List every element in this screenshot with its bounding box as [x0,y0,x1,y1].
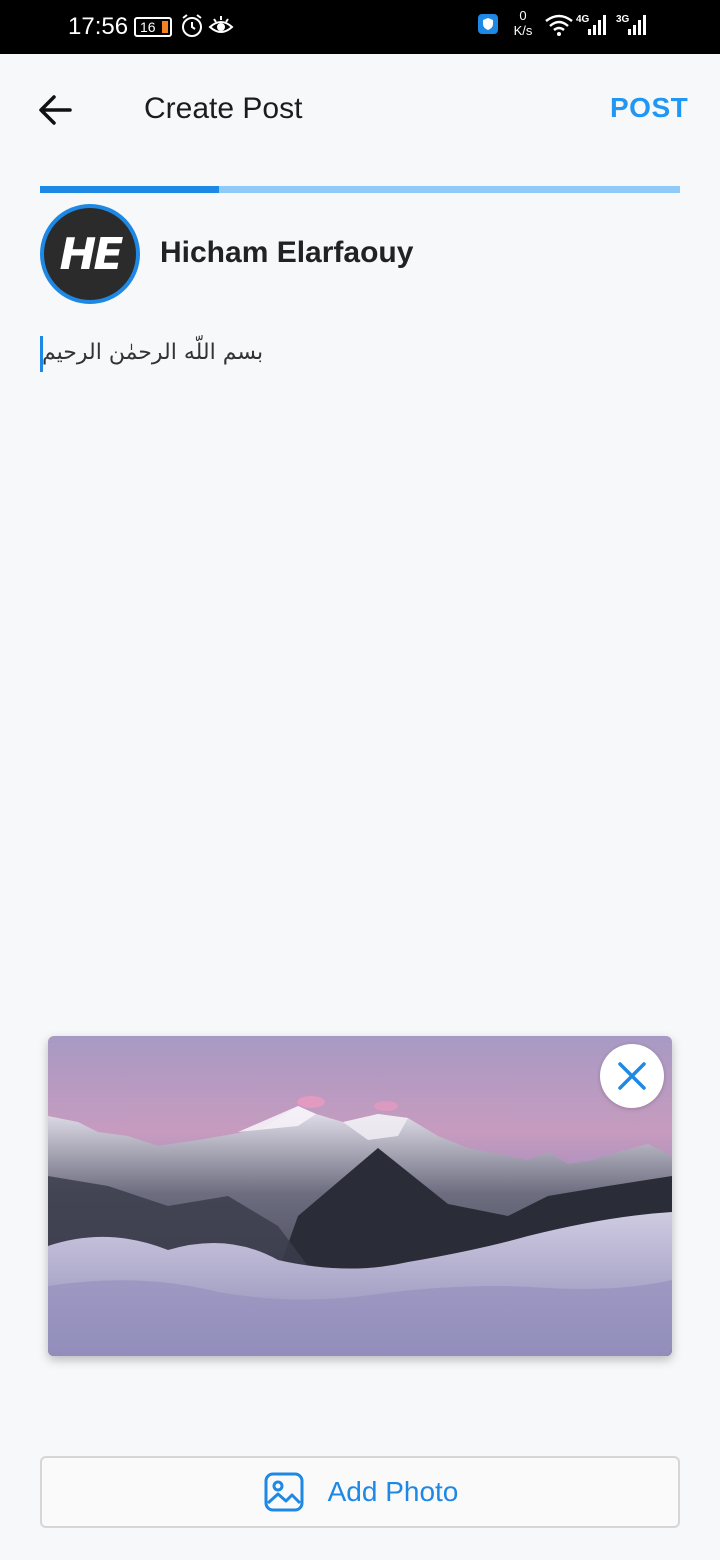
status-bar: 17:56 16 0 K/s 4G 3G [0,0,720,54]
status-time: 17:56 [68,13,129,40]
vpn-shield-icon [478,14,498,34]
back-button[interactable] [34,88,78,132]
image-icon [264,1472,304,1512]
post-text-content: بسم اللّه الرحمٰن الرحيم [42,340,264,365]
battery-indicator: 16 [134,17,172,37]
avatar-initials: HE [59,228,124,280]
attached-image [48,1036,672,1356]
upload-progress-bar [40,186,680,193]
post-button[interactable]: POST [610,92,688,124]
signal-icon [588,15,606,35]
mountain-photo-image [48,1036,672,1356]
net-speed-unit: K/s [513,23,533,38]
username: Hicham Elarfaouy [160,236,414,269]
upload-progress-fill [40,186,220,193]
avatar: HE [40,204,140,304]
remove-image-button[interactable] [600,1044,664,1108]
back-arrow-icon [39,95,72,125]
post-text-input[interactable]: بسم اللّه الرحمٰن الرحيم [40,336,680,376]
alarm-icon [182,14,202,37]
close-icon [618,1062,646,1090]
wifi-icon [545,14,573,36]
net-speed: 0 K/s [510,8,536,38]
net-speed-value: 0 [519,8,527,23]
avatar-image: HE [44,208,136,300]
signal-icon-secondary [628,15,646,35]
add-photo-label: Add Photo [327,1476,459,1507]
page-title: Create Post [144,92,303,125]
add-photo-button[interactable]: Add Photo [40,1456,680,1528]
eye-icon [208,16,234,33]
